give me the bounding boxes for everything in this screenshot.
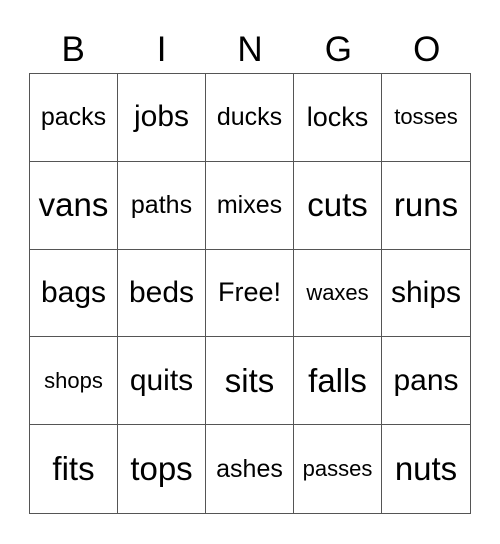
header-letter-o: O (413, 30, 441, 69)
bingo-cell[interactable]: cuts (294, 161, 382, 250)
bingo-cell[interactable]: fits (30, 425, 118, 513)
bingo-cell[interactable]: quits (118, 337, 206, 426)
bingo-cell[interactable]: runs (382, 162, 470, 250)
bingo-cell[interactable]: ashes (206, 425, 294, 513)
header-letter-i: I (156, 30, 167, 69)
bingo-header: B I N G O (29, 28, 471, 72)
bingo-cell[interactable]: nuts (382, 425, 470, 513)
bingo-cell[interactable]: vans (30, 161, 118, 250)
bingo-cell[interactable]: falls (294, 337, 382, 426)
free-space-cell[interactable]: Free! (206, 249, 294, 338)
bingo-cell[interactable]: paths (118, 161, 206, 250)
bingo-cell[interactable]: pans (382, 337, 470, 426)
bingo-cell[interactable]: locks (294, 74, 382, 162)
bingo-cell[interactable]: bags (30, 249, 118, 338)
bingo-cell[interactable]: beds (118, 249, 206, 338)
header-letter-g: G (324, 30, 352, 69)
bingo-cell[interactable]: jobs (118, 74, 206, 162)
bingo-cell[interactable]: tops (118, 425, 206, 513)
header-letter-b: B (61, 30, 85, 69)
bingo-cell[interactable]: ships (382, 250, 470, 338)
bingo-cell[interactable]: tosses (382, 74, 470, 162)
header-letter-n: N (237, 30, 263, 69)
bingo-cell[interactable]: shops (30, 337, 118, 426)
bingo-card-grid: packs jobs ducks locks tosses vans paths… (29, 73, 471, 514)
bingo-cell[interactable]: waxes (294, 249, 382, 338)
bingo-cell[interactable]: passes (294, 425, 382, 513)
bingo-cell[interactable]: packs (30, 74, 118, 162)
bingo-cell[interactable]: sits (206, 337, 294, 426)
bingo-cell[interactable]: mixes (206, 161, 294, 250)
bingo-cell[interactable]: ducks (206, 74, 294, 162)
